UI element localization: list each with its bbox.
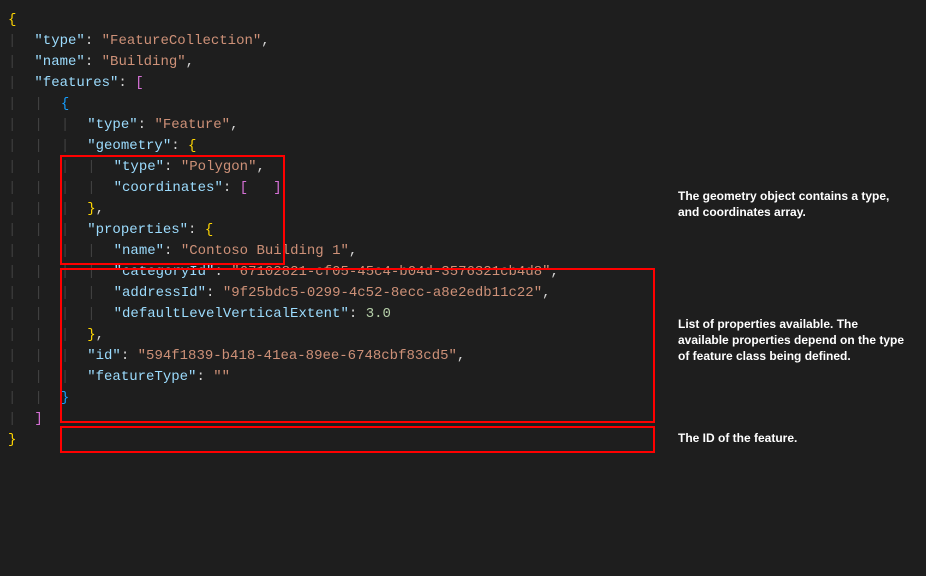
code-line: | | | }, [8, 325, 668, 346]
code-line: | | | }, [8, 199, 668, 220]
code-line: { [8, 10, 668, 31]
code-line: | | | | "categoryId": "67102821-cf05-45c… [8, 262, 668, 283]
annotation-id: The ID of the feature. [678, 430, 908, 446]
code-line: | | | | "type": "Polygon", [8, 157, 668, 178]
code-line: | ] [8, 409, 668, 430]
annotation-geometry: The geometry object contains a type, and… [678, 188, 908, 220]
code-line: | "features": [ [8, 73, 668, 94]
code-line: | | } [8, 388, 668, 409]
code-line: | | | "properties": { [8, 220, 668, 241]
code-line: } [8, 430, 668, 451]
code-block: { | "type": "FeatureCollection", | "name… [8, 10, 668, 451]
annotation-properties: List of properties available. The availa… [678, 316, 908, 365]
code-line: | | | "featureType": "" [8, 367, 668, 388]
code-line: | | | | "name": "Contoso Building 1", [8, 241, 668, 262]
code-line: | | | "id": "594f1839-b418-41ea-89ee-674… [8, 346, 668, 367]
code-line: | | { [8, 94, 668, 115]
code-line: | | | | "coordinates": [ ] [8, 178, 668, 199]
code-line: | | | | "defaultLevelVerticalExtent": 3.… [8, 304, 668, 325]
code-line: | | | "geometry": { [8, 136, 668, 157]
code-line: | | | "type": "Feature", [8, 115, 668, 136]
code-line: | "name": "Building", [8, 52, 668, 73]
code-line: | "type": "FeatureCollection", [8, 31, 668, 52]
code-line: | | | | "addressId": "9f25bdc5-0299-4c52… [8, 283, 668, 304]
